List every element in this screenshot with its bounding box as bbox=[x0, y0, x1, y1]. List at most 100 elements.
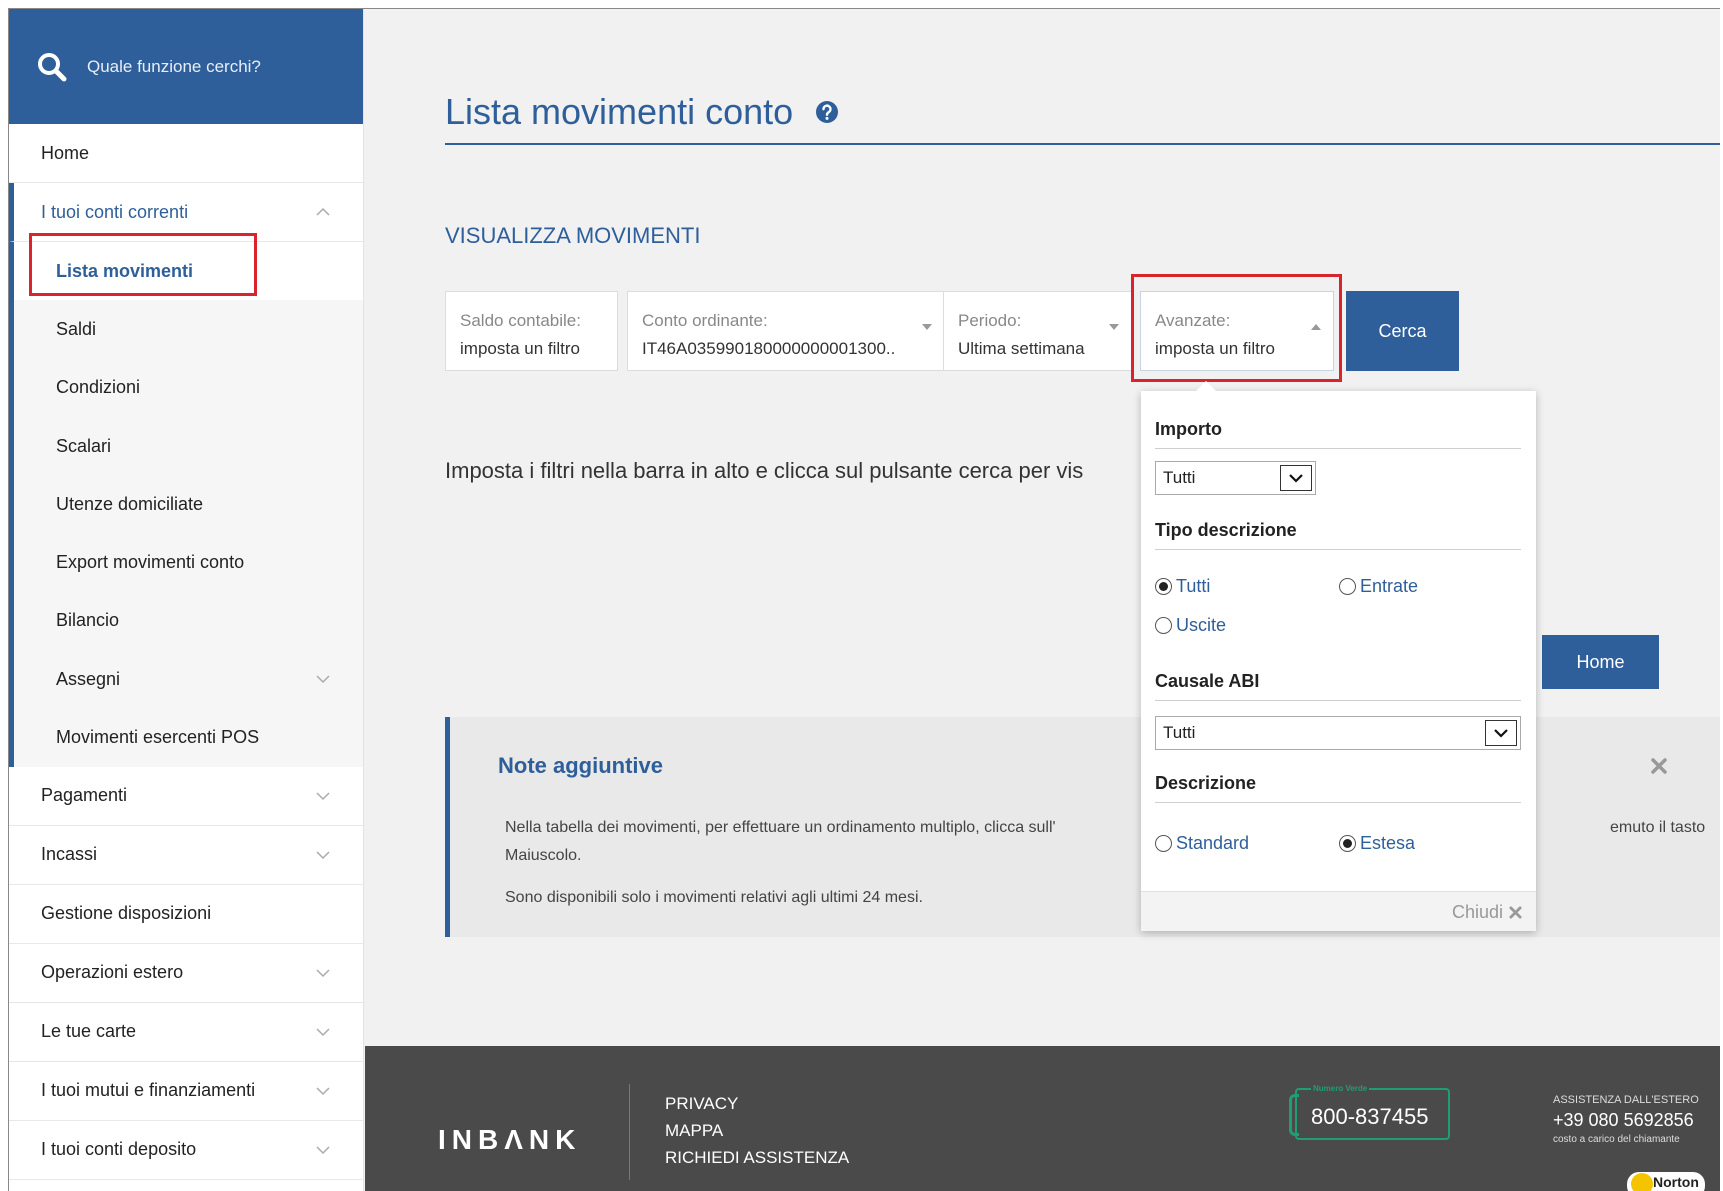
caret-up-icon bbox=[1311, 324, 1321, 330]
radio-label: Entrate bbox=[1360, 576, 1419, 596]
sidebar-subitem-label: Scalari bbox=[56, 435, 112, 456]
sidebar-item-carte[interactable]: Le tue carte bbox=[9, 1002, 363, 1062]
sidebar-item-operazioni-estero[interactable]: Operazioni estero bbox=[9, 943, 363, 1003]
filter-conto-ordinante[interactable]: Conto ordinante: IT46A035990180000000001… bbox=[627, 291, 945, 371]
sidebar-item-label: I tuoi conti correnti bbox=[41, 201, 189, 222]
inbank-logo: INBΛNK bbox=[438, 1124, 582, 1155]
sidebar-subitem-export[interactable]: Export movimenti conto bbox=[14, 533, 363, 591]
phone-icon bbox=[1289, 1094, 1299, 1136]
notes-line-end: emuto il tasto bbox=[1610, 819, 1706, 836]
filter-saldo-contabile[interactable]: Saldo contabile: imposta un filtro bbox=[445, 291, 618, 371]
footer-link-assistenza[interactable]: RICHIEDI ASSISTENZA bbox=[665, 1144, 849, 1171]
notes-line: Maiuscolo. bbox=[505, 847, 582, 864]
radio-descrizione-estesa[interactable]: Estesa bbox=[1339, 833, 1415, 854]
sidebar-item-gestione-disposizioni[interactable]: Gestione disposizioni bbox=[9, 884, 363, 944]
search-button[interactable]: Cerca bbox=[1346, 291, 1459, 371]
sidebar-subitem-label: Utenze domiciliate bbox=[56, 493, 204, 514]
sidebar-item-home[interactable]: Home bbox=[9, 124, 363, 183]
chevron-down-icon bbox=[316, 1087, 330, 1095]
section-title: VISUALIZZA MOVIMENTI bbox=[445, 223, 701, 248]
page-title-text: Lista movimenti conto bbox=[445, 91, 794, 132]
radio-label: Tutti bbox=[1176, 576, 1211, 596]
radio-label: Uscite bbox=[1176, 615, 1227, 635]
norton-label: Norton bbox=[1653, 1174, 1699, 1190]
intl-number: +39 080 5692856 bbox=[1553, 1110, 1694, 1130]
panel-footer: Chiudi bbox=[1141, 891, 1536, 931]
sidebar-item-label: Le tue carte bbox=[41, 1021, 137, 1042]
page-title: Lista movimenti conto bbox=[445, 91, 839, 133]
help-icon[interactable] bbox=[815, 100, 839, 124]
footer-divider bbox=[629, 1084, 630, 1180]
close-icon[interactable] bbox=[1650, 757, 1668, 775]
sidebar-item-label: Gestione disposizioni bbox=[41, 903, 212, 924]
radio-checked-icon bbox=[1339, 835, 1356, 852]
sidebar-subitem-saldi[interactable]: Saldi bbox=[14, 300, 363, 358]
footer-link-privacy[interactable]: PRIVACY bbox=[665, 1090, 849, 1117]
chevron-up-icon bbox=[316, 207, 330, 216]
close-panel-button[interactable]: Chiudi bbox=[1452, 902, 1522, 923]
title-divider bbox=[445, 143, 1720, 145]
norton-check-icon bbox=[1631, 1173, 1653, 1191]
radio-tipo-entrate[interactable]: Entrate bbox=[1339, 576, 1418, 597]
select-arrow bbox=[1485, 720, 1517, 746]
sidebar-subitem-lista-movimenti[interactable]: Lista movimenti bbox=[14, 242, 363, 301]
causale-abi-select[interactable]: Tutti bbox=[1155, 716, 1521, 750]
filter-label: Conto ordinante: bbox=[642, 311, 768, 330]
radio-unchecked-icon bbox=[1155, 835, 1172, 852]
intl-cost: costo a carico del chiamante bbox=[1553, 1134, 1680, 1145]
radio-tipo-tutti[interactable]: Tutti bbox=[1155, 576, 1210, 597]
radio-label: Estesa bbox=[1360, 833, 1416, 853]
filter-periodo[interactable]: Periodo: Ultima settimana bbox=[943, 291, 1132, 371]
sidebar-item-incassi[interactable]: Incassi bbox=[9, 825, 363, 885]
radio-tipo-uscite[interactable]: Uscite bbox=[1155, 615, 1226, 636]
chevron-down-icon bbox=[1494, 729, 1508, 738]
radio-checked-icon bbox=[1155, 578, 1172, 595]
descrizione-title: Descrizione bbox=[1155, 773, 1521, 803]
sidebar: Quale funzione cerchi? Home I tuoi conti… bbox=[9, 9, 364, 1191]
sidebar-item-mutui[interactable]: I tuoi mutui e finanziamenti bbox=[9, 1061, 363, 1121]
caret-down-icon bbox=[1109, 324, 1119, 330]
international-assistance: ASSISTENZA DALL'ESTERO +39 080 5692856 c… bbox=[1553, 1094, 1699, 1145]
filter-avanzate[interactable]: Avanzate: imposta un filtro bbox=[1140, 291, 1334, 371]
instructions-text: Imposta i filtri nella barra in alto e c… bbox=[445, 458, 1084, 483]
site-footer: INBΛNK PRIVACY MAPPA RICHIEDI ASSISTENZA… bbox=[365, 1046, 1720, 1191]
sidebar-item-conti-correnti[interactable]: I tuoi conti correnti bbox=[9, 183, 363, 242]
sidebar-subitem-label: Bilancio bbox=[56, 610, 120, 631]
notes-line: Nella tabella dei movimenti, per effettu… bbox=[505, 819, 1056, 836]
sidebar-subitem-bilancio[interactable]: Bilancio bbox=[14, 592, 363, 650]
close-icon bbox=[1509, 906, 1522, 919]
sidebar-subitem-condizioni[interactable]: Condizioni bbox=[14, 359, 363, 417]
filter-value: Ultima settimana bbox=[958, 339, 1085, 358]
search-placeholder: Quale funzione cerchi? bbox=[87, 56, 261, 76]
radio-label: Standard bbox=[1176, 833, 1250, 853]
advanced-filters-panel: Importo Tutti Tipo descrizione Tutti Ent… bbox=[1141, 381, 1536, 931]
app-frame: Quale funzione cerchi? Home I tuoi conti… bbox=[8, 8, 1720, 1191]
sidebar-subitem-pos[interactable]: Movimenti esercenti POS bbox=[14, 708, 363, 766]
filter-label: Avanzate: bbox=[1155, 311, 1231, 330]
sidebar-subitem-assegni[interactable]: Assegni bbox=[14, 650, 363, 708]
filter-value: imposta un filtro bbox=[1155, 339, 1275, 358]
chevron-down-icon bbox=[316, 675, 330, 684]
filter-label: Periodo: bbox=[958, 311, 1022, 330]
sidebar-item-conti-deposito[interactable]: I tuoi conti deposito bbox=[9, 1120, 363, 1180]
filter-value: IT46A035990180000000001300.. bbox=[642, 339, 896, 358]
importo-select[interactable]: Tutti bbox=[1155, 461, 1316, 495]
sidebar-subitem-scalari[interactable]: Scalari bbox=[14, 417, 363, 475]
home-button[interactable]: Home bbox=[1542, 635, 1659, 689]
footer-link-mappa[interactable]: MAPPA bbox=[665, 1117, 849, 1144]
chevron-down-icon bbox=[316, 851, 330, 859]
caret-down-icon bbox=[922, 324, 932, 330]
submenu-conti-correnti: Lista movimenti Saldi Condizioni Scalari… bbox=[9, 242, 363, 767]
function-search[interactable]: Quale funzione cerchi? bbox=[9, 9, 363, 124]
sidebar-item-label: Pagamenti bbox=[41, 785, 128, 806]
radio-descrizione-standard[interactable]: Standard bbox=[1155, 833, 1249, 854]
close-label: Chiudi bbox=[1451, 902, 1503, 922]
sidebar-item-label: Operazioni estero bbox=[41, 962, 184, 983]
sidebar-subitem-label: Assegni bbox=[56, 668, 121, 689]
sidebar-item-pagamenti[interactable]: Pagamenti bbox=[9, 766, 363, 826]
select-arrow bbox=[1280, 465, 1312, 491]
sidebar-subitem-utenze[interactable]: Utenze domiciliate bbox=[14, 475, 363, 533]
toll-free-tag: Numero Verde bbox=[1311, 1084, 1370, 1093]
notes-title: Note aggiuntive bbox=[498, 753, 664, 778]
toll-free-number: 800-837455 bbox=[1311, 1104, 1429, 1129]
